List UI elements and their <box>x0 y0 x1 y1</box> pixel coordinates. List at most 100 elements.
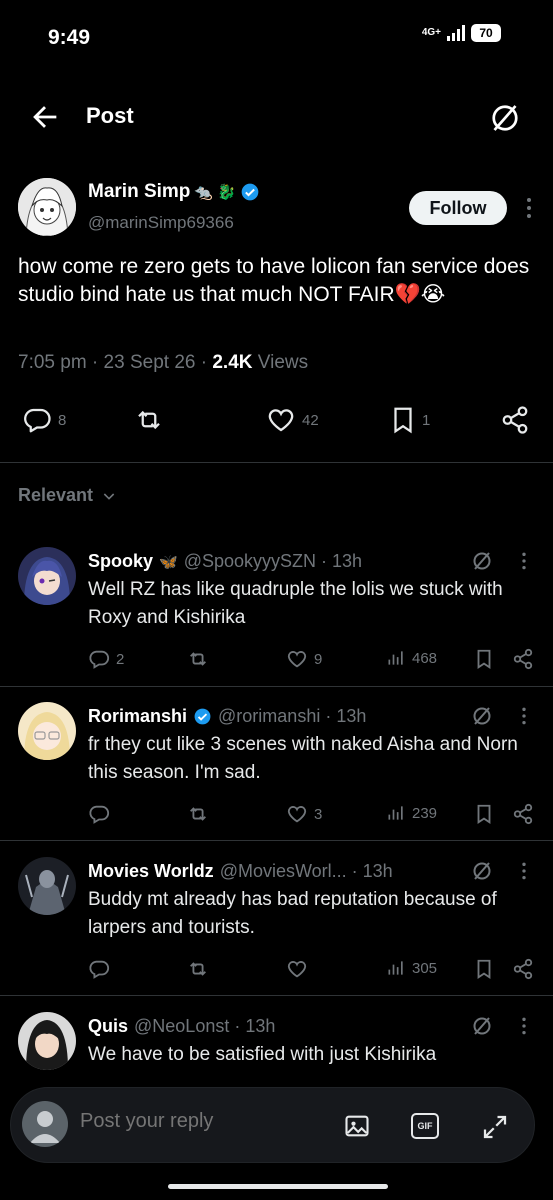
reply-author-emoji: 🦋 <box>159 553 178 571</box>
bookmark-icon <box>394 407 412 434</box>
signal-icon <box>447 25 465 41</box>
grok-icon[interactable] <box>470 859 494 883</box>
grok-icon[interactable] <box>470 1014 494 1038</box>
reply-button[interactable] <box>88 803 116 825</box>
reply-button[interactable] <box>88 958 116 980</box>
analytics-icon <box>388 651 403 665</box>
grok-icon[interactable] <box>487 100 523 136</box>
reply-count: 8 <box>58 411 67 429</box>
views-button[interactable]: 305 <box>386 958 437 978</box>
expand-icon[interactable] <box>480 1112 510 1142</box>
reply-author-name[interactable]: Movies Worldz <box>88 861 214 882</box>
reply-icon <box>89 960 110 979</box>
more-options-icon[interactable] <box>523 196 535 220</box>
verified-badge-icon <box>241 183 259 201</box>
follow-button[interactable]: Follow <box>409 191 507 225</box>
bookmark-icon[interactable] <box>474 803 494 825</box>
more-options-icon[interactable] <box>520 551 528 571</box>
like-count: 3 <box>314 805 323 823</box>
status-time: 9:49 <box>48 26 91 49</box>
image-icon[interactable] <box>343 1112 371 1140</box>
reply-handle[interactable]: @NeoLonst · 13h <box>134 1016 275 1037</box>
reply-count: 2 <box>116 650 125 668</box>
post-date: 23 Sept 26 <box>103 352 196 373</box>
divider <box>0 995 553 996</box>
reply-icon <box>24 408 51 433</box>
more-options-icon[interactable] <box>520 706 528 726</box>
share-button[interactable] <box>500 405 530 435</box>
author-name-row[interactable]: Marin Simp 🐀 🐉 <box>88 181 260 203</box>
views-button[interactable]: 239 <box>386 803 437 823</box>
reply-author-name[interactable]: Rorimanshi <box>88 706 187 727</box>
reply-icon <box>89 650 110 669</box>
like-button[interactable] <box>286 958 314 980</box>
home-indicator[interactable] <box>168 1184 388 1189</box>
reply-avatar[interactable] <box>18 857 76 915</box>
author-name[interactable]: Marin Simp <box>88 181 190 203</box>
reply-avatar[interactable] <box>18 547 76 605</box>
like-button[interactable]: 42 <box>266 405 319 435</box>
reply-handle[interactable]: @SpookyyySZN · 13h <box>184 551 362 572</box>
bookmark-icon[interactable] <box>474 648 494 670</box>
author-avatar[interactable] <box>18 178 76 236</box>
divider <box>0 840 553 841</box>
reply-header: Quis @NeoLonst · 13h <box>88 1016 275 1037</box>
share-icon[interactable] <box>512 648 534 670</box>
repost-icon <box>190 652 206 666</box>
reply-button[interactable]: 2 <box>88 648 124 670</box>
reply-header: Spooky 🦋 @SpookyyySZN · 13h <box>88 551 362 572</box>
views-button[interactable]: 468 <box>386 648 437 668</box>
reply-avatar[interactable] <box>18 1012 76 1070</box>
heart-icon <box>287 806 307 823</box>
analytics-icon <box>388 961 403 975</box>
gif-icon[interactable]: GIF <box>411 1113 439 1139</box>
share-icon[interactable] <box>512 803 534 825</box>
bookmark-count: 1 <box>422 411 431 429</box>
bookmark-button[interactable]: 1 <box>390 405 430 435</box>
divider <box>0 686 553 687</box>
heart-icon <box>287 961 307 978</box>
reply-text: Well RZ has like quadruple the lolis we … <box>88 579 503 628</box>
reply-input[interactable] <box>80 1110 320 1133</box>
reply-icon <box>89 805 110 824</box>
share-icon[interactable] <box>512 958 534 980</box>
battery-icon: 70 <box>471 24 501 42</box>
post-time: 7:05 pm <box>18 352 87 373</box>
reply-author-name[interactable]: Spooky <box>88 551 153 572</box>
repost-icon <box>190 962 206 976</box>
user-avatar[interactable] <box>22 1101 68 1147</box>
reply-text: We have to be satisfied with just Kishir… <box>88 1044 437 1065</box>
reply-handle[interactable]: @MoviesWorl... · 13h <box>220 861 393 882</box>
grok-icon[interactable] <box>470 549 494 573</box>
repost-button[interactable] <box>186 648 210 670</box>
like-button[interactable]: 3 <box>286 803 322 825</box>
more-options-icon[interactable] <box>520 1016 528 1036</box>
back-arrow-icon[interactable] <box>28 100 62 134</box>
author-handle[interactable]: @marinSimp69366 <box>88 213 234 233</box>
grok-icon[interactable] <box>470 704 494 728</box>
repost-button[interactable] <box>186 958 210 980</box>
more-options-icon[interactable] <box>520 861 528 881</box>
reply-handle[interactable]: @rorimanshi · 13h <box>218 706 366 727</box>
bookmark-icon[interactable] <box>474 958 494 980</box>
views-label: Views <box>257 352 309 373</box>
reply-author-name[interactable]: Quis <box>88 1016 128 1037</box>
like-count: 42 <box>302 411 319 429</box>
repost-button[interactable] <box>186 803 210 825</box>
sort-label: Relevant <box>18 485 94 505</box>
chevron-down-icon <box>103 492 115 500</box>
post-text: how come re zero gets to have lolicon fa… <box>18 255 530 306</box>
sort-dropdown[interactable]: Relevant <box>18 485 117 506</box>
status-indicators: 4G+ 70 <box>422 24 501 42</box>
views-count: 305 <box>412 959 438 977</box>
reply-button[interactable]: 8 <box>22 405 66 435</box>
repost-icon <box>190 807 206 821</box>
reply-avatar[interactable] <box>18 702 76 760</box>
heart-icon <box>268 409 294 432</box>
divider <box>0 462 553 463</box>
author-emoji: 🐀 🐉 <box>194 184 236 201</box>
like-button[interactable]: 9 <box>286 648 322 670</box>
page-title: Post <box>86 103 134 128</box>
repost-button[interactable] <box>133 405 165 435</box>
heart-icon <box>287 651 307 668</box>
